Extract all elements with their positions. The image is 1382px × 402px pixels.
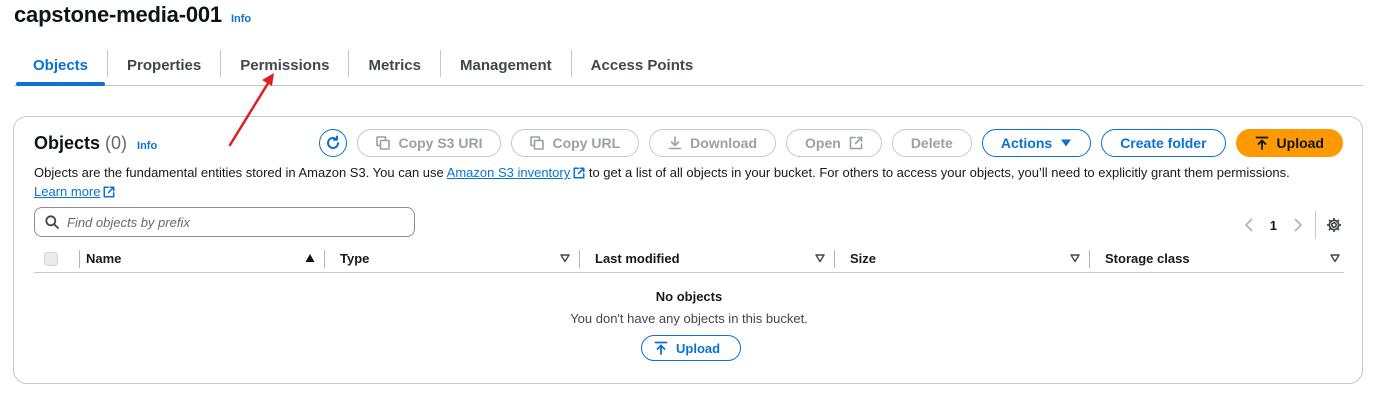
description-text: Objects are the fundamental entities sto… xyxy=(34,165,447,180)
caret-down-icon xyxy=(1061,139,1072,147)
empty-state-upload-label: Upload xyxy=(676,340,721,356)
sort-icon[interactable] xyxy=(815,253,825,263)
delete-button[interactable]: Delete xyxy=(891,129,972,157)
tab-permissions[interactable]: Permissions xyxy=(221,46,348,84)
empty-state-title: No objects xyxy=(655,289,723,304)
column-name[interactable]: Name xyxy=(80,245,325,272)
next-page-button[interactable] xyxy=(1287,214,1309,236)
tab-properties[interactable]: Properties xyxy=(108,46,220,84)
info-link[interactable]: Info xyxy=(231,13,251,25)
learn-more-label: Learn more xyxy=(34,184,101,199)
table-preferences-button[interactable] xyxy=(1326,217,1342,233)
pager-divider xyxy=(1315,211,1316,239)
bucket-header: capstone-media-001 Info xyxy=(14,2,251,28)
chevron-right-icon xyxy=(1294,218,1302,232)
open-label: Open xyxy=(805,135,841,151)
create-folder-label: Create folder xyxy=(1120,135,1207,151)
sort-icon[interactable] xyxy=(560,253,570,263)
download-button[interactable]: Download xyxy=(649,129,777,157)
column-type-label: Type xyxy=(340,251,370,266)
tab-access-points[interactable]: Access Points xyxy=(572,46,713,84)
empty-state-message: You don't have any objects in this bucke… xyxy=(570,311,808,326)
column-storage-class[interactable]: Storage class xyxy=(1090,245,1344,272)
copy-icon xyxy=(376,136,391,150)
objects-panel-header: Objects (0) Info xyxy=(34,133,157,154)
objects-description: Objects are the fundamental entities sto… xyxy=(34,163,1344,201)
copy-s3-uri-button[interactable]: Copy S3 URI xyxy=(357,129,502,157)
sort-icon[interactable] xyxy=(1070,253,1080,263)
upload-button[interactable]: Upload xyxy=(1235,129,1343,157)
column-size[interactable]: Size xyxy=(835,245,1090,272)
column-name-label: Name xyxy=(86,251,122,266)
copy-icon xyxy=(530,136,545,150)
objects-count: (0) xyxy=(105,133,128,153)
objects-table-header: Name Type Last modified Size Storage cla… xyxy=(34,245,1344,273)
sort-icon[interactable] xyxy=(1330,253,1340,263)
empty-state-upload-button[interactable]: Upload xyxy=(641,335,742,361)
sort-ascending-icon[interactable] xyxy=(305,253,315,263)
column-size-label: Size xyxy=(850,251,877,266)
upload-icon xyxy=(1255,136,1268,150)
search-icon xyxy=(45,215,59,229)
object-search[interactable] xyxy=(34,207,415,237)
bucket-tabs: Objects Properties Permissions Metrics M… xyxy=(14,46,1363,86)
copy-url-label: Copy URL xyxy=(552,135,621,151)
select-all-column xyxy=(34,245,80,272)
external-link-icon xyxy=(849,136,863,150)
actions-label: Actions xyxy=(1000,135,1053,151)
delete-label: Delete xyxy=(910,135,953,151)
chevron-left-icon xyxy=(1244,218,1253,232)
upload-label: Upload xyxy=(1276,135,1324,151)
select-all-checkbox[interactable] xyxy=(44,251,58,266)
tab-metrics[interactable]: Metrics xyxy=(349,46,440,84)
s3-inventory-link[interactable]: Amazon S3 inventory xyxy=(447,165,571,180)
column-last-modified[interactable]: Last modified xyxy=(580,245,835,272)
pagination: 1 xyxy=(1238,211,1342,239)
objects-toolbar: Copy S3 URI Copy URL Download Open Delet… xyxy=(319,129,1343,157)
copy-s3-uri-label: Copy S3 URI xyxy=(398,135,483,151)
column-type[interactable]: Type xyxy=(325,245,580,272)
actions-dropdown[interactable]: Actions xyxy=(981,129,1092,157)
column-storage-class-label: Storage class xyxy=(1105,251,1190,266)
open-button[interactable]: Open xyxy=(786,129,882,157)
create-folder-button[interactable]: Create folder xyxy=(1101,129,1226,157)
learn-more-link[interactable]: Learn more xyxy=(34,184,100,199)
s3-inventory-link-label: Amazon S3 inventory xyxy=(446,165,571,180)
search-input[interactable] xyxy=(67,214,387,230)
tab-objects[interactable]: Objects xyxy=(14,46,107,86)
page-title: capstone-media-001 xyxy=(14,2,222,27)
tab-management[interactable]: Management xyxy=(441,46,571,84)
external-link-icon xyxy=(103,186,115,198)
download-label: Download xyxy=(690,135,758,151)
download-icon xyxy=(668,136,682,150)
copy-url-button[interactable]: Copy URL xyxy=(511,129,640,157)
objects-info-link[interactable]: Info xyxy=(137,140,157,152)
column-last-modified-label: Last modified xyxy=(595,251,680,266)
objects-panel: Objects (0) Info Copy S3 URI Copy URL Do… xyxy=(13,116,1363,384)
description-text-continued: to get a list of all objects in your buc… xyxy=(585,165,1290,180)
gear-icon xyxy=(1327,218,1341,232)
refresh-icon xyxy=(327,135,340,149)
page-number[interactable]: 1 xyxy=(1270,218,1277,233)
previous-page-button[interactable] xyxy=(1238,214,1260,236)
upload-icon xyxy=(654,341,668,355)
external-link-icon xyxy=(573,167,585,179)
refresh-button[interactable] xyxy=(319,129,348,157)
objects-panel-title: Objects xyxy=(34,133,101,153)
